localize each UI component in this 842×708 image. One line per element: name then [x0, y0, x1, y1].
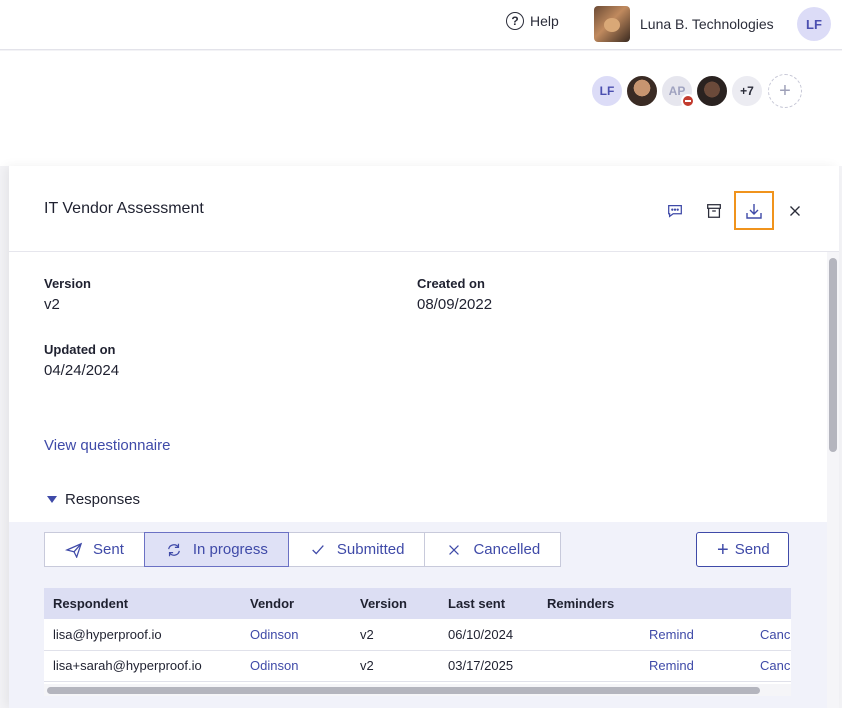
removed-badge-icon: [681, 94, 695, 108]
collaborator-avatars: LF AP +7 +: [590, 74, 803, 108]
collaborator-avatar[interactable]: AP: [660, 74, 695, 108]
responses-label: Responses: [65, 491, 141, 508]
table-header-row: Respondent Vendor Version Last sent Remi…: [44, 588, 791, 619]
user-avatar[interactable]: LF: [797, 7, 831, 41]
vendor-link[interactable]: Odinson: [241, 650, 351, 682]
page-header-area: [0, 51, 842, 166]
version-cell: v2: [351, 650, 439, 682]
filter-sent-label: Sent: [93, 541, 124, 558]
version-value: v2: [44, 296, 60, 313]
respondent-cell: lisa+sarah@hyperproof.io: [44, 650, 241, 682]
send-button[interactable]: + Send: [696, 532, 789, 567]
vendor-link[interactable]: Odinson: [241, 619, 351, 651]
filter-sent[interactable]: Sent: [44, 532, 145, 567]
top-bar: ? Help Luna B. Technologies LF: [0, 0, 842, 50]
last-sent-cell: 03/17/2025: [439, 650, 538, 682]
org-logo: [594, 6, 630, 42]
response-filter-group: Sent In progress Submitted Cancelled: [44, 532, 562, 567]
created-label: Created on: [417, 276, 485, 291]
x-icon: [449, 544, 460, 555]
filter-cancelled[interactable]: Cancelled: [424, 532, 562, 567]
filter-cancelled-label: Cancelled: [473, 541, 541, 558]
help-button[interactable]: ? Help: [506, 12, 559, 30]
panel-title: IT Vendor Assessment: [44, 200, 204, 217]
vertical-scrollbar-thumb[interactable]: [829, 258, 837, 452]
close-icon[interactable]: [784, 200, 806, 222]
updated-label: Updated on: [44, 342, 116, 357]
org-name: Luna B. Technologies: [640, 16, 774, 32]
collaborator-avatar-photo[interactable]: [625, 74, 659, 108]
column-header[interactable]: Reminders: [538, 588, 640, 619]
remind-link[interactable]: Remind: [640, 619, 751, 651]
plus-icon: +: [717, 538, 729, 561]
responses-toggle[interactable]: Responses: [47, 491, 140, 508]
updated-value: 04/24/2024: [44, 362, 120, 379]
send-button-label: Send: [734, 541, 770, 558]
column-header[interactable]: Respondent: [44, 588, 241, 619]
column-header: [640, 588, 751, 619]
filter-submitted[interactable]: Submitted: [287, 532, 426, 567]
last-sent-cell: 06/10/2024: [439, 619, 538, 651]
reminders-cell: [538, 650, 640, 682]
check-icon: [312, 544, 324, 554]
reminders-cell: [538, 619, 640, 651]
created-value: 08/09/2022: [417, 296, 493, 313]
responses-section: Sent In progress Submitted Cancelled + S…: [9, 522, 827, 708]
respondent-cell: lisa@hyperproof.io: [44, 619, 241, 651]
column-header: [751, 588, 791, 619]
responses-table: Respondent Vendor Version Last sent Remi…: [44, 588, 791, 696]
horizontal-scrollbar[interactable]: [44, 684, 791, 696]
table-row: lisa@hyperproof.io Odinson v2 06/10/2024…: [44, 619, 791, 651]
help-label: Help: [530, 13, 559, 29]
collaborator-avatar[interactable]: LF: [590, 74, 624, 108]
filter-in-progress-label: In progress: [192, 541, 268, 558]
vertical-scrollbar[interactable]: [827, 252, 839, 708]
download-icon: [746, 203, 762, 219]
column-header[interactable]: Vendor: [241, 588, 351, 619]
cancel-link[interactable]: Canc: [751, 650, 791, 682]
send-plane-icon: [65, 542, 83, 558]
detail-panel: IT Vendor Assessment Version v2 Created …: [9, 166, 839, 708]
column-header[interactable]: Version: [351, 588, 439, 619]
column-header[interactable]: Last sent: [439, 588, 538, 619]
view-questionnaire-link[interactable]: View questionnaire: [44, 437, 170, 454]
caret-down-icon: [47, 496, 57, 503]
panel-header: IT Vendor Assessment: [9, 166, 839, 252]
table-row: lisa+sarah@hyperproof.io Odinson v2 03/1…: [44, 650, 791, 682]
version-cell: v2: [351, 619, 439, 651]
comment-icon[interactable]: [664, 200, 686, 222]
remind-link[interactable]: Remind: [640, 650, 751, 682]
filter-in-progress[interactable]: In progress: [143, 532, 289, 567]
add-collaborator-button[interactable]: +: [768, 74, 802, 108]
download-button[interactable]: [734, 191, 774, 230]
cancel-link[interactable]: Canc: [751, 619, 791, 651]
help-icon: ?: [506, 12, 524, 30]
refresh-icon: [167, 543, 180, 556]
archive-icon[interactable]: [703, 200, 725, 222]
org-switcher[interactable]: Luna B. Technologies: [594, 6, 774, 42]
filter-submitted-label: Submitted: [336, 541, 405, 558]
version-label: Version: [44, 276, 91, 291]
more-collaborators-count[interactable]: +7: [730, 74, 764, 108]
horizontal-scrollbar-thumb[interactable]: [47, 687, 760, 694]
collaborator-avatar-photo[interactable]: [695, 74, 729, 108]
